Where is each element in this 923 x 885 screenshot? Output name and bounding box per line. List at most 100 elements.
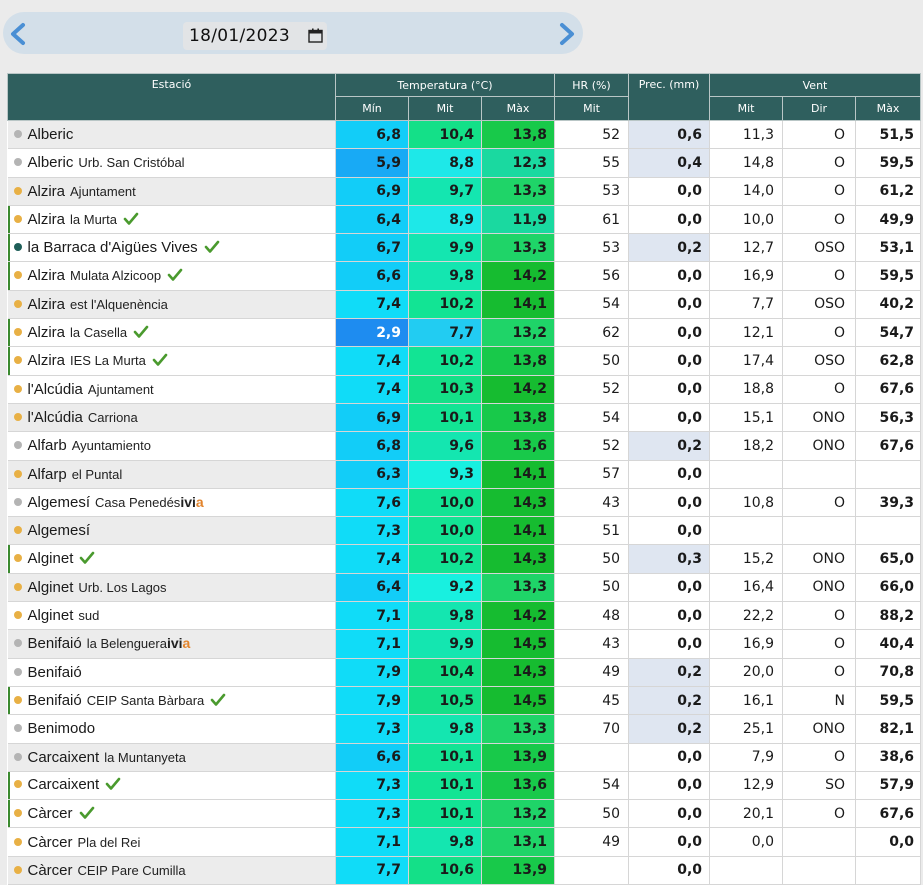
station-name[interactable]: Alzira [28, 183, 66, 200]
station-name[interactable]: Càrcer [28, 805, 73, 822]
table-row[interactable]: Algemesí Casa Penedésivia 7,6 10,0 14,3 43 0,0… [7, 488, 922, 518]
col-header-temp-min[interactable]: Mín [335, 96, 409, 121]
station-name[interactable]: Càrcer [28, 834, 73, 851]
station-name[interactable]: Algemesí [28, 522, 91, 539]
table-row[interactable]: l'Alcúdia Ajuntament 7,4 10,3 14,2 52 0,0 18,8 O… [7, 375, 922, 404]
station-cell[interactable]: Alfarb Ayuntamiento [7, 431, 336, 461]
station-name[interactable]: Alzira [28, 267, 66, 284]
table-row[interactable]: Alzira Ajuntament 6,9 9,7 13,3 53 0,0 14,0 O 61,2 [7, 177, 922, 206]
table-row[interactable]: Alfarp el Puntal 6,3 9,3 14,1 57 0,0 [7, 460, 922, 489]
station-cell[interactable]: Càrcer Pla del Rei [7, 827, 336, 857]
station-name[interactable]: Carcaixent [28, 749, 100, 766]
station-name[interactable]: Alberic [28, 154, 74, 171]
station-name[interactable]: Alzira [28, 324, 66, 341]
station-cell[interactable]: Algemesí Casa Penedésivia [7, 488, 336, 518]
station-name[interactable]: l'Alcúdia [28, 409, 83, 426]
station-cell[interactable]: Benifaió CEIP Santa Bàrbara [7, 686, 336, 716]
station-cell[interactable]: Algemesí [7, 516, 336, 546]
calendar-icon[interactable] [308, 28, 323, 43]
station-cell[interactable]: Alzira IES La Murta [7, 346, 336, 376]
table-row[interactable]: Benifaió 7,9 10,4 14,3 49 0,2 20,0 O 70,8 [7, 658, 922, 687]
station-name[interactable]: Alginet [28, 579, 74, 596]
station-cell[interactable]: Benimodo [7, 714, 336, 744]
station-name[interactable]: Benifaió [28, 664, 82, 681]
station-cell[interactable]: l'Alcúdia Ajuntament [7, 375, 336, 404]
col-header-hr-mit[interactable]: Mit [554, 96, 630, 121]
station-name[interactable]: la Barraca d'Aigües Vives [28, 239, 198, 256]
table-row[interactable]: l'Alcúdia Carriona 6,9 10,1 13,8 54 0,0 15,1 ONO… [7, 403, 922, 433]
table-row[interactable]: Alzira Mulata Alzicoop 6,6 9,8 14,2 56 0,0 16,9… [7, 261, 922, 291]
station-cell[interactable]: Carcaixent [7, 771, 336, 801]
col-header-wind-dir[interactable]: Dir [782, 96, 857, 121]
station-cell[interactable]: Càrcer CEIP Pare Cumilla [7, 856, 336, 885]
table-row[interactable]: Alzira la Murta 6,4 8,9 11,9 61 0,0 10,0 O 49,9 [7, 205, 922, 235]
col-header-wind-max[interactable]: Màx [855, 96, 922, 121]
next-day-button[interactable] [556, 22, 578, 46]
previous-day-button[interactable] [7, 22, 29, 46]
table-row[interactable]: Alzira IES La Murta 7,4 10,2 13,8 50 0,0 17,4 OS… [7, 346, 922, 376]
station-cell[interactable]: Alzira Ajuntament [7, 177, 336, 206]
table-row[interactable]: Benifaió CEIP Santa Bàrbara 7,9 10,5 14,5 45 0… [7, 686, 922, 716]
station-name[interactable]: Càrcer [28, 862, 73, 879]
table-row[interactable]: Càrcer 7,3 10,1 13,2 50 0,0 20,1 O 67,6 [7, 799, 922, 829]
col-header-temp-mit[interactable]: Mit [408, 96, 482, 121]
station-cell[interactable]: Alzira Mulata Alzicoop [7, 261, 336, 291]
temp-max-cell: 13,2 [481, 799, 556, 829]
station-name[interactable]: Alzira [28, 296, 66, 313]
station-cell[interactable]: Alfarp el Puntal [7, 460, 336, 489]
station-cell[interactable]: Benifaió la Belengueraivia [7, 629, 336, 659]
station-cell[interactable]: Alberic Urb. San Cristóbal [7, 148, 336, 178]
wind-max-cell: 61,2 [855, 177, 922, 206]
wind-max-cell [855, 516, 922, 546]
col-header-precipitation[interactable]: Prec. (mm) [628, 73, 711, 121]
station-name[interactable]: Alginet [28, 550, 74, 567]
station-name[interactable]: Benifaió [28, 635, 82, 652]
station-cell[interactable]: Alginet Urb. Los Lagos [7, 573, 336, 603]
station-cell[interactable]: Càrcer [7, 799, 336, 829]
table-row[interactable]: Alberic Urb. San Cristóbal 5,9 8,8 12,3 55 0,4… [7, 148, 922, 178]
table-row[interactable]: Alzira la Casella 2,9 7,7 13,2 62 0,0 12,1 O 54,7 [7, 318, 922, 348]
table-row[interactable]: Càrcer Pla del Rei 7,1 9,8 13,1 49 0,0 0,0 0,0 [7, 827, 922, 857]
station-cell[interactable]: Alzira la Murta [7, 205, 336, 235]
table-row[interactable]: Benimodo 7,3 9,8 13,3 70 0,2 25,1 ONO 82,1 [7, 714, 922, 744]
station-name[interactable]: Benifaió [28, 692, 82, 709]
col-header-wind-mit[interactable]: Mit [709, 96, 784, 121]
station-cell[interactable]: Alzira est l'Alquenència [7, 290, 336, 320]
station-cell[interactable]: Carcaixent la Muntanyeta [7, 743, 336, 772]
station-cell[interactable]: Alzira la Casella [7, 318, 336, 348]
station-name[interactable]: Alzira [28, 211, 66, 228]
table-row[interactable]: Alberic 6,8 10,4 13,8 52 0,6 11,3 O 51,5 [7, 120, 922, 150]
col-header-station[interactable]: Estació [7, 73, 336, 121]
table-row[interactable]: Carcaixent la Muntanyeta 6,6 10,1 13,9 0,0 7,9… [7, 743, 922, 772]
col-header-temp-max[interactable]: Màx [480, 96, 556, 121]
table-row[interactable]: Alginet 7,4 10,2 14,3 50 0,3 15,2 ONO 65,0 [7, 544, 922, 574]
station-name[interactable]: Alginet [28, 607, 74, 624]
station-name[interactable]: Benimodo [28, 720, 96, 737]
station-name[interactable]: Algemesí [28, 494, 91, 511]
table-row[interactable]: Alginet sud 7,1 9,8 14,2 48 0,0 22,2 O 88,2 [7, 601, 922, 631]
station-cell[interactable]: la Barraca d'Aigües Vives [7, 233, 336, 263]
station-name[interactable]: Alzira [28, 352, 66, 369]
station-cell[interactable]: Benifaió [7, 658, 336, 687]
station-name[interactable]: l'Alcúdia [28, 381, 83, 398]
table-row[interactable]: Alfarb Ayuntamiento 6,8 9,6 13,6 52 0,2 18,2 ONO… [7, 431, 922, 461]
station-cell[interactable]: Alginet sud [7, 601, 336, 631]
table-row[interactable]: la Barraca d'Aigües Vives 6,7 9,9 13,3 53 0,2… [7, 233, 922, 263]
wind-mit-cell [709, 516, 784, 546]
table-row[interactable]: Benifaió la Belengueraivia 7,1 9,9 14,5 43 0,0… [7, 629, 922, 659]
station-cell[interactable]: Alberic [7, 120, 336, 150]
table-row[interactable]: Carcaixent 7,3 10,1 13,6 54 0,0 12,9 SO 57,9 [7, 771, 922, 801]
table-row[interactable]: Alzira est l'Alquenència 7,4 10,2 14,1 54 0,0 7… [7, 290, 922, 320]
station-name[interactable]: Alfarb [28, 437, 67, 454]
date-input[interactable]: 18/01/2023 [183, 22, 327, 50]
station-location: CEIP Pare Cumilla [77, 862, 186, 878]
station-name[interactable]: Alberic [28, 126, 74, 143]
station-cell[interactable]: l'Alcúdia Carriona [7, 403, 336, 433]
table-row[interactable]: Alginet Urb. Los Lagos 6,4 9,2 13,3 50 0,0 16,4… [7, 573, 922, 603]
station-name[interactable]: Alfarp [28, 466, 67, 483]
table-row[interactable]: Càrcer CEIP Pare Cumilla 7,7 10,6 13,9 0,0 [7, 856, 922, 885]
table-row[interactable]: Algemesí 7,3 10,0 14,1 51 0,0 [7, 516, 922, 546]
station-cell[interactable]: Alginet [7, 544, 336, 574]
wind-mit-cell: 14,8 [709, 148, 784, 178]
station-name[interactable]: Carcaixent [28, 776, 100, 793]
